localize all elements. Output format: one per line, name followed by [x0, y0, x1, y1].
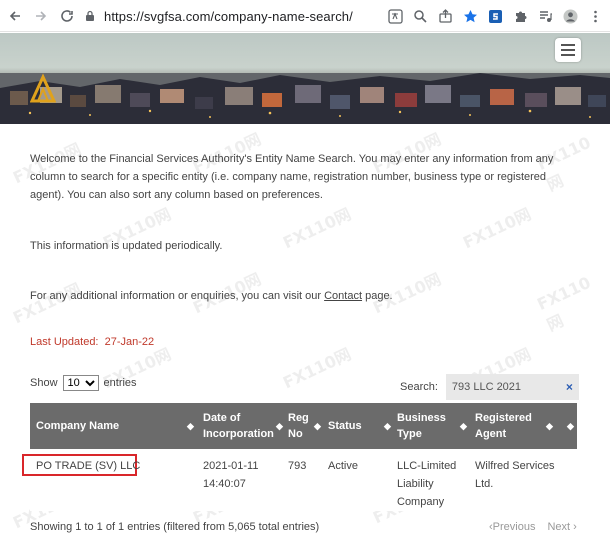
city-skyline-image	[0, 73, 610, 124]
menu-bar-icon	[561, 49, 575, 51]
sort-icon: ◆	[384, 420, 391, 431]
hamburger-menu-button[interactable]	[555, 38, 581, 62]
watermark-11: FX110网	[534, 272, 594, 335]
magnifier-icon	[413, 9, 427, 23]
menu-bar-icon	[561, 44, 575, 46]
zoom-button[interactable]	[409, 5, 431, 27]
reload-button[interactable]	[56, 5, 78, 27]
reload-icon	[61, 9, 73, 22]
show-label: Show	[30, 377, 58, 389]
periodic-update-note: This information is updated periodically…	[30, 240, 223, 252]
cell-company-name: PO TRADE (SV) LLC	[36, 460, 141, 472]
logo-icon	[30, 73, 56, 103]
address-bar[interactable]: https://svgfsa.com/company-name-search/	[84, 4, 394, 28]
arrow-left-icon	[9, 10, 20, 21]
next-button[interactable]: Next ›	[547, 521, 576, 533]
search-input-value: 793 LLC 2021	[451, 381, 522, 393]
sort-icon: ◆	[546, 420, 553, 431]
browser-actions	[381, 5, 606, 27]
reading-list-button[interactable]	[534, 5, 556, 27]
last-updated-value: 27-Jan-22	[104, 336, 155, 348]
cell-date-of-incorporation: 2021-01-11 14:40:07	[203, 460, 259, 490]
contact-paragraph: For any additional information or enquir…	[30, 287, 393, 305]
chevron-right-icon: ›	[573, 521, 577, 533]
lock-icon	[86, 10, 94, 21]
sort-icon: ◆	[187, 420, 194, 431]
avatar-icon	[563, 9, 577, 23]
extension-s-icon	[488, 9, 502, 23]
watermark-7: FX110网	[460, 204, 534, 253]
contact-prefix: For any additional information or enquir…	[30, 290, 325, 302]
translate-icon	[387, 8, 403, 24]
search-label: Search:	[400, 381, 438, 393]
entries-length-control: Show 10 entries	[30, 375, 137, 391]
menu-bar-icon	[561, 54, 575, 56]
column-header-reg-no[interactable]: Reg No	[288, 403, 310, 449]
watermark-6: FX110网	[280, 204, 354, 253]
browser-menu-button[interactable]	[584, 5, 606, 27]
next-label: Next	[547, 521, 571, 533]
profile-button[interactable]	[559, 5, 581, 27]
translate-button[interactable]	[384, 5, 406, 27]
table-info: Showing 1 to 1 of 1 entries (filtered fr…	[30, 521, 320, 533]
extensions-button[interactable]	[509, 5, 531, 27]
star-icon	[463, 9, 477, 22]
previous-label: Previous	[492, 521, 536, 533]
pagination: ‹Previous Next ›	[489, 521, 577, 533]
cell-business-type: LLC-Limited Liability Company	[397, 460, 457, 508]
bookmark-button[interactable]	[459, 5, 481, 27]
table-search: Search: 793 LLC 2021 ×	[400, 374, 579, 400]
url-text: https://svgfsa.com/company-name-search/	[104, 8, 353, 24]
column-header-date-of-incorporation[interactable]: Date of Incorporation	[203, 403, 275, 449]
sort-icon: ◆	[314, 420, 321, 431]
cell-reg-no: 793	[288, 460, 307, 472]
cell-status: Active	[328, 460, 358, 472]
cell-registered-agent: Wilfred Services Ltd.	[475, 460, 555, 490]
share-button[interactable]	[434, 5, 456, 27]
hero-banner	[0, 33, 610, 124]
playlist-icon	[539, 10, 552, 22]
table-row: PO TRADE (SV) LLC 2021-01-11 14:40:07 79…	[22, 449, 577, 511]
sort-icon: ◆	[567, 420, 574, 431]
last-updated: Last Updated: 27-Jan-22	[30, 336, 154, 348]
back-button[interactable]	[4, 5, 26, 27]
previous-button[interactable]: ‹Previous	[489, 521, 535, 533]
kebab-menu-icon	[593, 10, 597, 22]
column-header-business-type[interactable]: Business Type	[397, 403, 453, 449]
watermark-13: FX110网	[280, 344, 354, 393]
forward-button[interactable]	[30, 5, 52, 27]
sort-icon: ◆	[276, 420, 283, 431]
search-input[interactable]: 793 LLC 2021 ×	[445, 374, 579, 400]
extension-button[interactable]	[484, 5, 506, 27]
intro-paragraph: Welcome to the Financial Services Author…	[30, 153, 554, 201]
sort-icon: ◆	[460, 420, 467, 431]
arrow-right-icon	[36, 10, 47, 21]
column-header-registered-agent[interactable]: Registered Agent	[475, 403, 537, 449]
entries-label: entries	[103, 377, 137, 389]
share-icon	[438, 8, 452, 23]
entries-select[interactable]: 10	[62, 375, 99, 391]
contact-link[interactable]: Contact	[324, 290, 362, 302]
table-header: Company Name ◆ Date of Incorporation ◆ R…	[30, 403, 577, 449]
contact-suffix: page.	[362, 290, 393, 302]
column-header-company-name[interactable]: Company Name	[36, 403, 176, 449]
column-header-status[interactable]: Status	[328, 403, 368, 449]
last-updated-label: Last Updated:	[30, 336, 99, 348]
clear-search-button[interactable]: ×	[566, 380, 573, 394]
puzzle-icon	[515, 11, 526, 22]
